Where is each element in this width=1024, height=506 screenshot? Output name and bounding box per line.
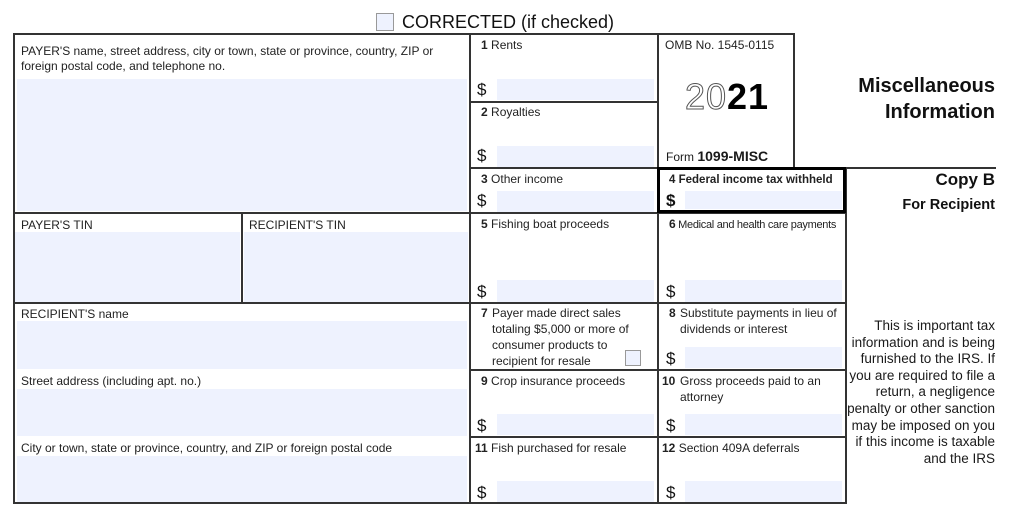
payer-tin-field[interactable] (15, 232, 240, 302)
copy-label: Copy B (935, 170, 996, 189)
box-12-field[interactable] (685, 481, 842, 502)
form-top-border (13, 33, 795, 35)
box-4-field[interactable] (685, 191, 842, 209)
box-8-number: 8 (669, 306, 676, 320)
box-5-label: 5 Fishing boat proceeds (481, 217, 609, 232)
box-1-title: Rents (491, 38, 523, 52)
tax-year-outline: 20 (684, 76, 727, 117)
form-bottom-border (13, 502, 847, 504)
payer-tin-label: PAYER'S TIN (21, 218, 93, 232)
box-9-title: Crop insurance proceeds (491, 374, 626, 388)
box-4-currency: $ (666, 191, 676, 210)
box-1-field[interactable] (497, 79, 654, 100)
box-9-currency: $ (477, 416, 487, 435)
box-12-currency: $ (666, 483, 676, 502)
box-3-label: 3 Other income (481, 172, 563, 187)
box-2-currency: $ (477, 146, 487, 165)
important-tax-notice: This is important tax information and is… (847, 318, 995, 466)
box-5-currency: $ (477, 282, 487, 301)
box-5-number: 5 (481, 217, 488, 231)
box-10-label-line2: attorney (680, 390, 724, 404)
box-4-label: 4 Federal income tax withheld (669, 173, 833, 188)
box-10-label-line1: Gross proceeds paid to an (680, 374, 821, 388)
box-1-currency: $ (477, 80, 487, 99)
box-9-field[interactable] (497, 414, 654, 435)
box-11-title: Fish purchased for resale (491, 441, 627, 455)
col-divider-2 (657, 33, 659, 504)
box-2-field[interactable] (497, 146, 654, 167)
box-3-title: Other income (491, 172, 564, 186)
box-6-label: 6 Medical and health care payments (669, 217, 836, 233)
col-divider-1 (469, 33, 471, 504)
box-11-currency: $ (477, 483, 487, 502)
box-7-number: 7 (481, 306, 488, 320)
box-3-field[interactable] (497, 191, 654, 212)
box-1-number: 1 (481, 38, 488, 52)
box-6-currency: $ (666, 282, 676, 301)
box-2-title: Royalties (491, 105, 541, 119)
payer-name-label: PAYER'S name, street address, city or to… (21, 44, 434, 73)
tax-year: 2021 (660, 76, 794, 117)
box-4-title: Federal income tax withheld (678, 174, 833, 186)
box-11-label: 11 Fish purchased for resale (475, 441, 626, 456)
box-3-number: 3 (481, 172, 488, 186)
box-12-label: 12 Section 409A deferrals (662, 441, 799, 456)
box-5-title: Fishing boat proceeds (491, 217, 610, 231)
box-4-number: 4 (669, 174, 676, 186)
box-10-number: 10 (662, 374, 676, 388)
box-11-number: 11 (475, 441, 488, 455)
box-10-currency: $ (666, 416, 676, 435)
recipient-name-field[interactable] (17, 321, 467, 369)
street-address-label: Street address (including apt. no.) (21, 374, 202, 388)
form-name: Form 1099-MISC (666, 148, 768, 165)
box-6-number: 6 (669, 217, 676, 231)
box-2-label: 2 Royalties (481, 105, 540, 120)
box-8-label-line2: dividends or interest (680, 322, 788, 336)
box-8-field[interactable] (685, 347, 842, 368)
box-7-checkbox[interactable] (625, 350, 641, 366)
street-address-field[interactable] (17, 389, 467, 436)
box-2-number: 2 (481, 105, 488, 119)
for-recipient-label: For Recipient (902, 197, 995, 213)
box-7-label-line4: recipient for resale (492, 354, 591, 368)
omb-number: OMB No. 1545-0115 (665, 38, 775, 52)
form-title-line1: Miscellaneous (858, 75, 995, 97)
corrected-label: CORRECTED (if checked) (402, 12, 615, 32)
box-8-label-line1: Substitute payments in lieu of (680, 306, 837, 320)
box-6-field[interactable] (685, 280, 842, 302)
row-line-4 (13, 302, 847, 304)
box-12-number: 12 (662, 441, 676, 455)
box-9-number: 9 (481, 374, 488, 388)
box-11-field[interactable] (497, 481, 654, 502)
recipient-tin-field[interactable] (244, 232, 468, 302)
row-line-6 (469, 436, 847, 438)
city-label: City or town, state or province, country… (21, 441, 393, 455)
box-8-currency: $ (666, 349, 676, 368)
box-7-label-line3: consumer products to (492, 338, 608, 352)
form-title-line2: Information (885, 101, 995, 123)
box-7-label-line1: Payer made direct sales (492, 306, 621, 320)
box-3-currency: $ (477, 191, 487, 210)
row-line-1 (469, 101, 658, 103)
tin-divider (241, 213, 243, 304)
payer-name-field[interactable] (17, 79, 467, 211)
box-6-title: Medical and health care payments (678, 219, 837, 231)
box-5-field[interactable] (497, 280, 654, 302)
city-field[interactable] (17, 456, 467, 502)
recipient-tin-label: RECIPIENT'S TIN (249, 218, 346, 232)
box-12-title: Section 409A deferrals (678, 441, 800, 455)
box-9-label: 9 Crop insurance proceeds (481, 374, 625, 389)
box-10-field[interactable] (685, 414, 842, 435)
box-7-label-line2: totaling $5,000 or more of (492, 322, 629, 336)
box-1-label: 1 Rents (481, 38, 522, 53)
corrected-checkbox[interactable] (376, 13, 394, 31)
tax-year-solid: 21 (727, 76, 770, 117)
form-prefix: Form (666, 150, 694, 164)
recipient-name-label: RECIPIENT'S name (21, 307, 129, 321)
form-number: 1099-MISC (697, 148, 769, 164)
row-line-5 (469, 369, 847, 371)
